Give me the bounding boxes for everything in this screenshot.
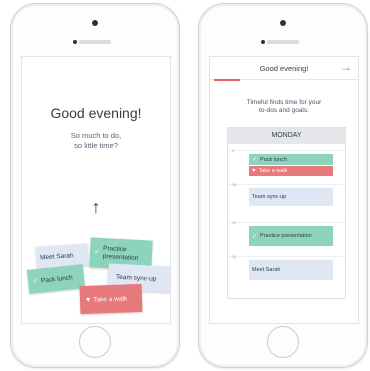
hour-divider	[228, 222, 345, 223]
check-icon: ✓	[31, 277, 39, 286]
card-label: Practice presentation	[102, 245, 139, 263]
event-pack-lunch[interactable]: ✓ Pack lunch	[249, 154, 333, 165]
calendar-day-header: MONDAY	[228, 128, 345, 144]
swipe-up-arrow-icon[interactable]: ↑	[22, 197, 170, 218]
check-icon: ✓	[252, 233, 258, 240]
schedule-screen: Good evening! → Timeful finds time for y…	[209, 56, 359, 324]
hour-label: 9	[232, 148, 235, 153]
event-label: Meet Sarah	[252, 267, 281, 273]
home-button[interactable]	[267, 326, 299, 358]
day-calendar: MONDAY 9 10 11 12 ✓ Pack lunch ♥ Take a …	[227, 127, 346, 299]
card-label: Pack lunch	[40, 273, 73, 285]
earpiece-speaker	[267, 40, 299, 44]
arrow-right-icon[interactable]: →	[340, 60, 352, 74]
event-label: Pack lunch	[260, 156, 287, 163]
hour-label: 10	[232, 182, 237, 187]
greeting-title: Good evening!	[50, 105, 142, 121]
card-label-line-2: presentation	[102, 253, 139, 262]
task-card-pack-lunch[interactable]: ✓ Pack lunch	[26, 264, 86, 294]
phone-right: Good evening! → Timeful finds time for y…	[198, 3, 368, 368]
info-line-1: Timeful finds time for your	[246, 99, 322, 106]
check-icon: ✓	[93, 248, 101, 256]
subtitle-line-2: so little time?	[74, 141, 118, 150]
hour-divider	[228, 150, 345, 151]
check-icon: ✓	[252, 157, 258, 163]
sensor-dot	[73, 40, 77, 44]
event-meet-sarah[interactable]: Meet Sarah	[249, 260, 333, 280]
front-camera	[280, 20, 286, 26]
top-bar-title: Good evening!	[259, 64, 309, 73]
card-label: Team sync-up	[115, 273, 157, 283]
heart-icon: ♥	[252, 168, 256, 174]
progress-indicator	[214, 79, 240, 81]
front-camera	[92, 20, 98, 26]
hour-divider	[228, 256, 345, 257]
event-label: Practice presentation	[260, 233, 312, 239]
hour-label: 11	[232, 220, 237, 225]
info-text: Timeful finds time for your to-dos and g…	[210, 99, 358, 115]
event-label: Take a walk	[258, 168, 288, 174]
top-bar: Good evening! →	[210, 57, 358, 80]
earpiece-speaker	[79, 40, 111, 44]
welcome-screen: Good evening! So much to do, so little t…	[21, 56, 171, 324]
subtitle-line-1: So much to do,	[70, 131, 122, 140]
sensor-dot	[261, 40, 265, 44]
event-take-a-walk[interactable]: ♥ Take a walk	[249, 166, 333, 176]
heart-icon: ♥	[85, 296, 91, 304]
info-line-2: to-dos and goals.	[259, 107, 309, 114]
event-team-sync-up[interactable]: Team sync-up	[249, 188, 333, 206]
event-practice-presentation[interactable]: ✓ Practice presentation	[249, 226, 333, 246]
home-button[interactable]	[79, 326, 111, 358]
hour-divider	[228, 184, 345, 185]
hour-label: 12	[232, 254, 237, 259]
card-label: Take a walk	[93, 294, 128, 304]
task-card-take-a-walk[interactable]: ♥ Take a walk	[79, 283, 143, 315]
card-label: Meet Sarah	[39, 251, 74, 262]
greeting-subtitle: So much to do, so little time?	[22, 131, 170, 151]
phone-left: Good evening! So much to do, so little t…	[10, 3, 180, 368]
event-label: Team sync-up	[252, 194, 287, 200]
